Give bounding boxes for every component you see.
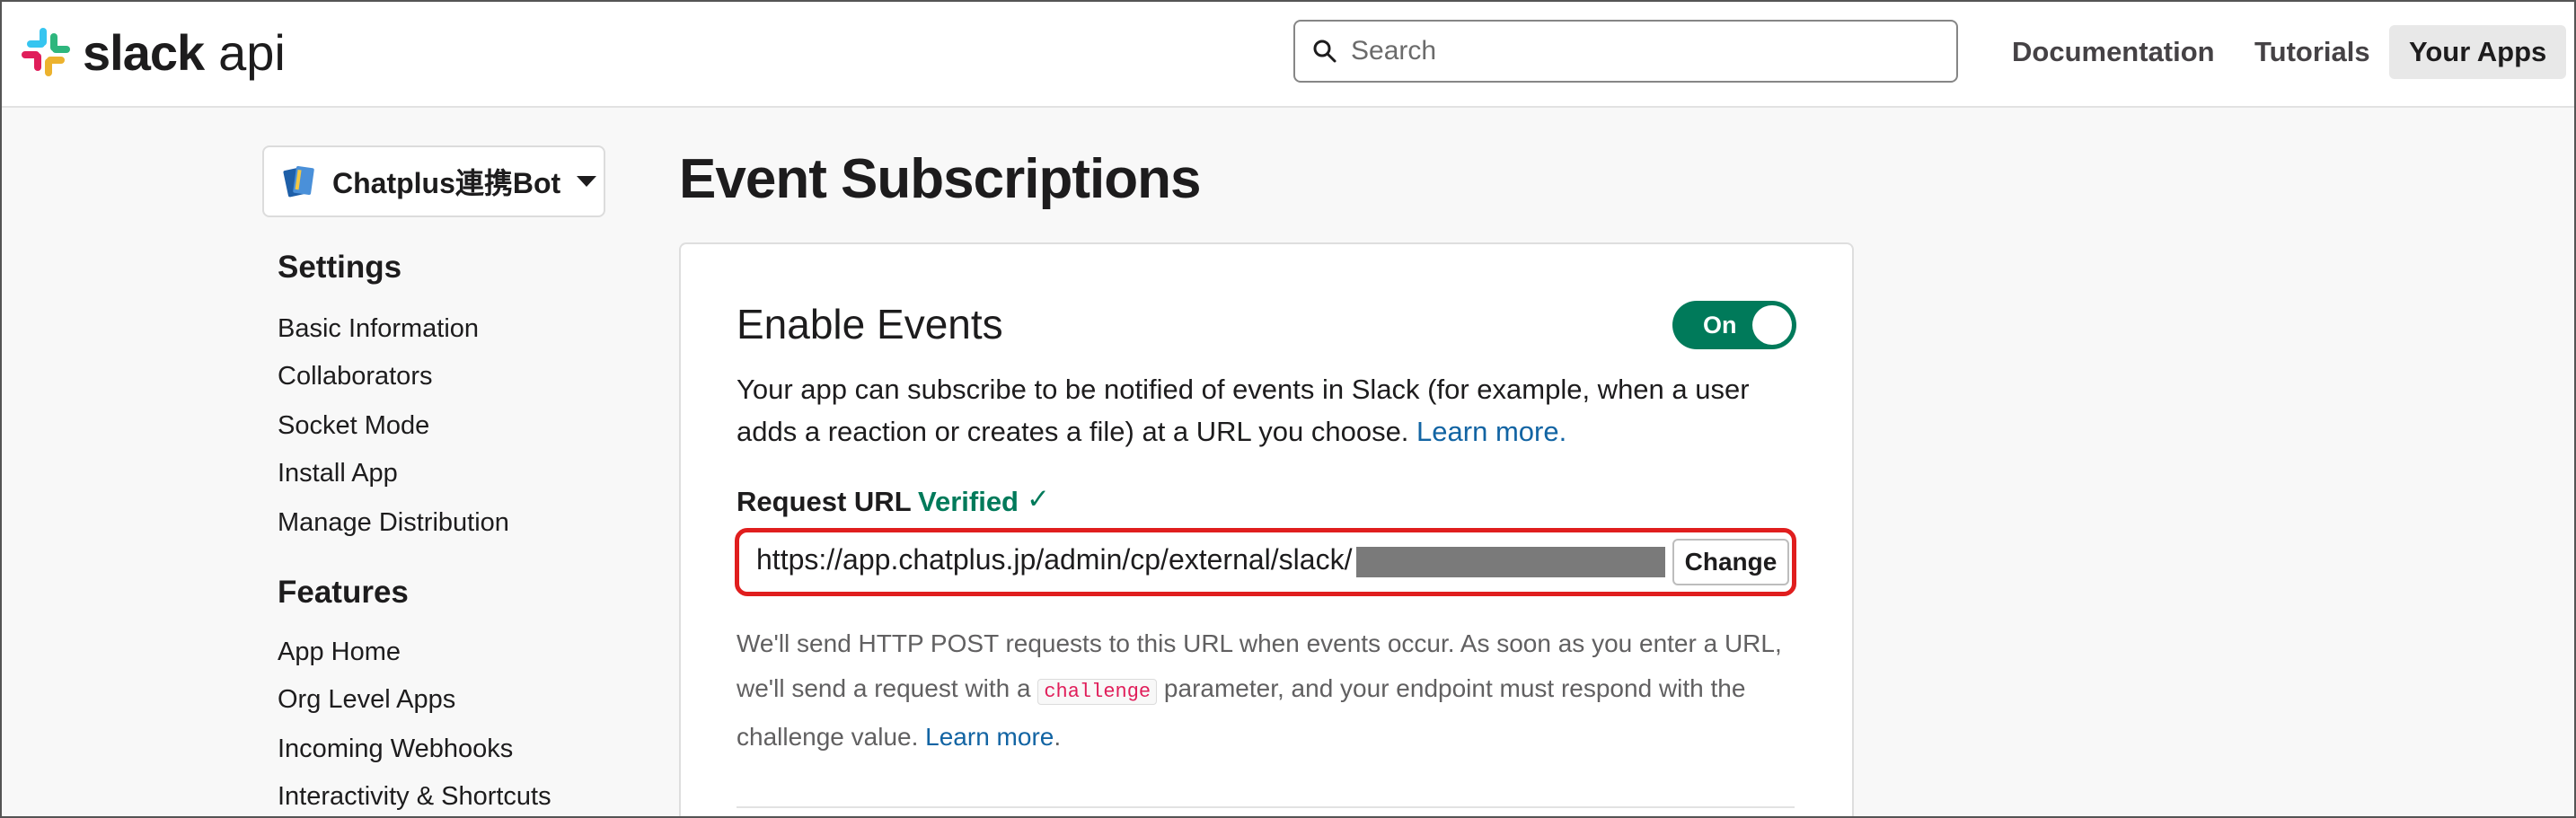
slack-logo-icon <box>22 28 70 76</box>
sidebar-item-incoming-webhooks[interactable]: Incoming Webhooks <box>278 734 513 764</box>
logo-word: slack <box>83 23 205 81</box>
search-box[interactable] <box>1293 20 1958 83</box>
request-url-value: https://app.chatplus.jp/admin/cp/externa… <box>756 543 1353 576</box>
nav-documentation[interactable]: Documentation <box>1992 25 2235 79</box>
app-picker-dropdown[interactable]: Chatplus連携Bot <box>262 145 605 217</box>
page-title: Event Subscriptions <box>679 148 1201 210</box>
chevron-down-icon <box>577 176 597 187</box>
check-icon: ✓ <box>1027 483 1050 515</box>
sidebar-item-app-home[interactable]: App Home <box>278 638 401 667</box>
enable-events-toggle[interactable]: On <box>1672 301 1796 349</box>
nav-your-apps[interactable]: Your Apps <box>2389 25 2567 79</box>
request-url-label: Request URL <box>737 486 912 517</box>
app-book-icon <box>283 166 314 198</box>
logo-suffix: api <box>218 23 286 81</box>
sidebar-item-basic-information[interactable]: Basic Information <box>278 314 479 344</box>
help-text-period: . <box>1054 723 1062 751</box>
sidebar-item-org-level-apps[interactable]: Org Level Apps <box>278 685 455 715</box>
redacted-url-segment <box>1356 547 1665 577</box>
slack-api-logo[interactable]: slack api <box>20 23 286 81</box>
request-url-help-text: We'll send HTTP POST requests to this UR… <box>737 621 1787 760</box>
app-name: Chatplus連携Bot <box>332 167 561 199</box>
card-description: Your app can subscribe to be notified of… <box>737 368 1760 453</box>
sidebar-item-collaborators[interactable]: Collaborators <box>278 362 432 391</box>
toggle-label: On <box>1703 311 1737 339</box>
sidebar-heading-settings: Settings <box>278 250 402 285</box>
top-navigation-bar: slack api Documentation Tutorials Your A… <box>0 0 2576 108</box>
sidebar-item-interactivity-shortcuts[interactable]: Interactivity & Shortcuts <box>278 782 551 812</box>
sidebar-heading-features: Features <box>278 575 409 610</box>
card-title: Enable Events <box>737 301 1003 347</box>
card-divider <box>737 806 1795 808</box>
sidebar-item-socket-mode[interactable]: Socket Mode <box>278 411 429 441</box>
nav-tutorials[interactable]: Tutorials <box>2235 25 2390 79</box>
description-text: Your app can subscribe to be notified of… <box>737 374 1750 447</box>
challenge-code: challenge <box>1037 679 1158 705</box>
sidebar-item-manage-distribution[interactable]: Manage Distribution <box>278 508 509 538</box>
verified-status: Verified <box>918 486 1019 517</box>
toggle-knob <box>1752 305 1792 345</box>
search-icon <box>1313 40 1337 63</box>
learn-more-link[interactable]: Learn more. <box>1416 416 1566 447</box>
change-url-button[interactable]: Change <box>1672 539 1789 585</box>
search-input[interactable] <box>1351 36 1926 66</box>
help-learn-more-link[interactable]: Learn more <box>925 723 1054 751</box>
sidebar-item-install-app[interactable]: Install App <box>278 459 398 488</box>
